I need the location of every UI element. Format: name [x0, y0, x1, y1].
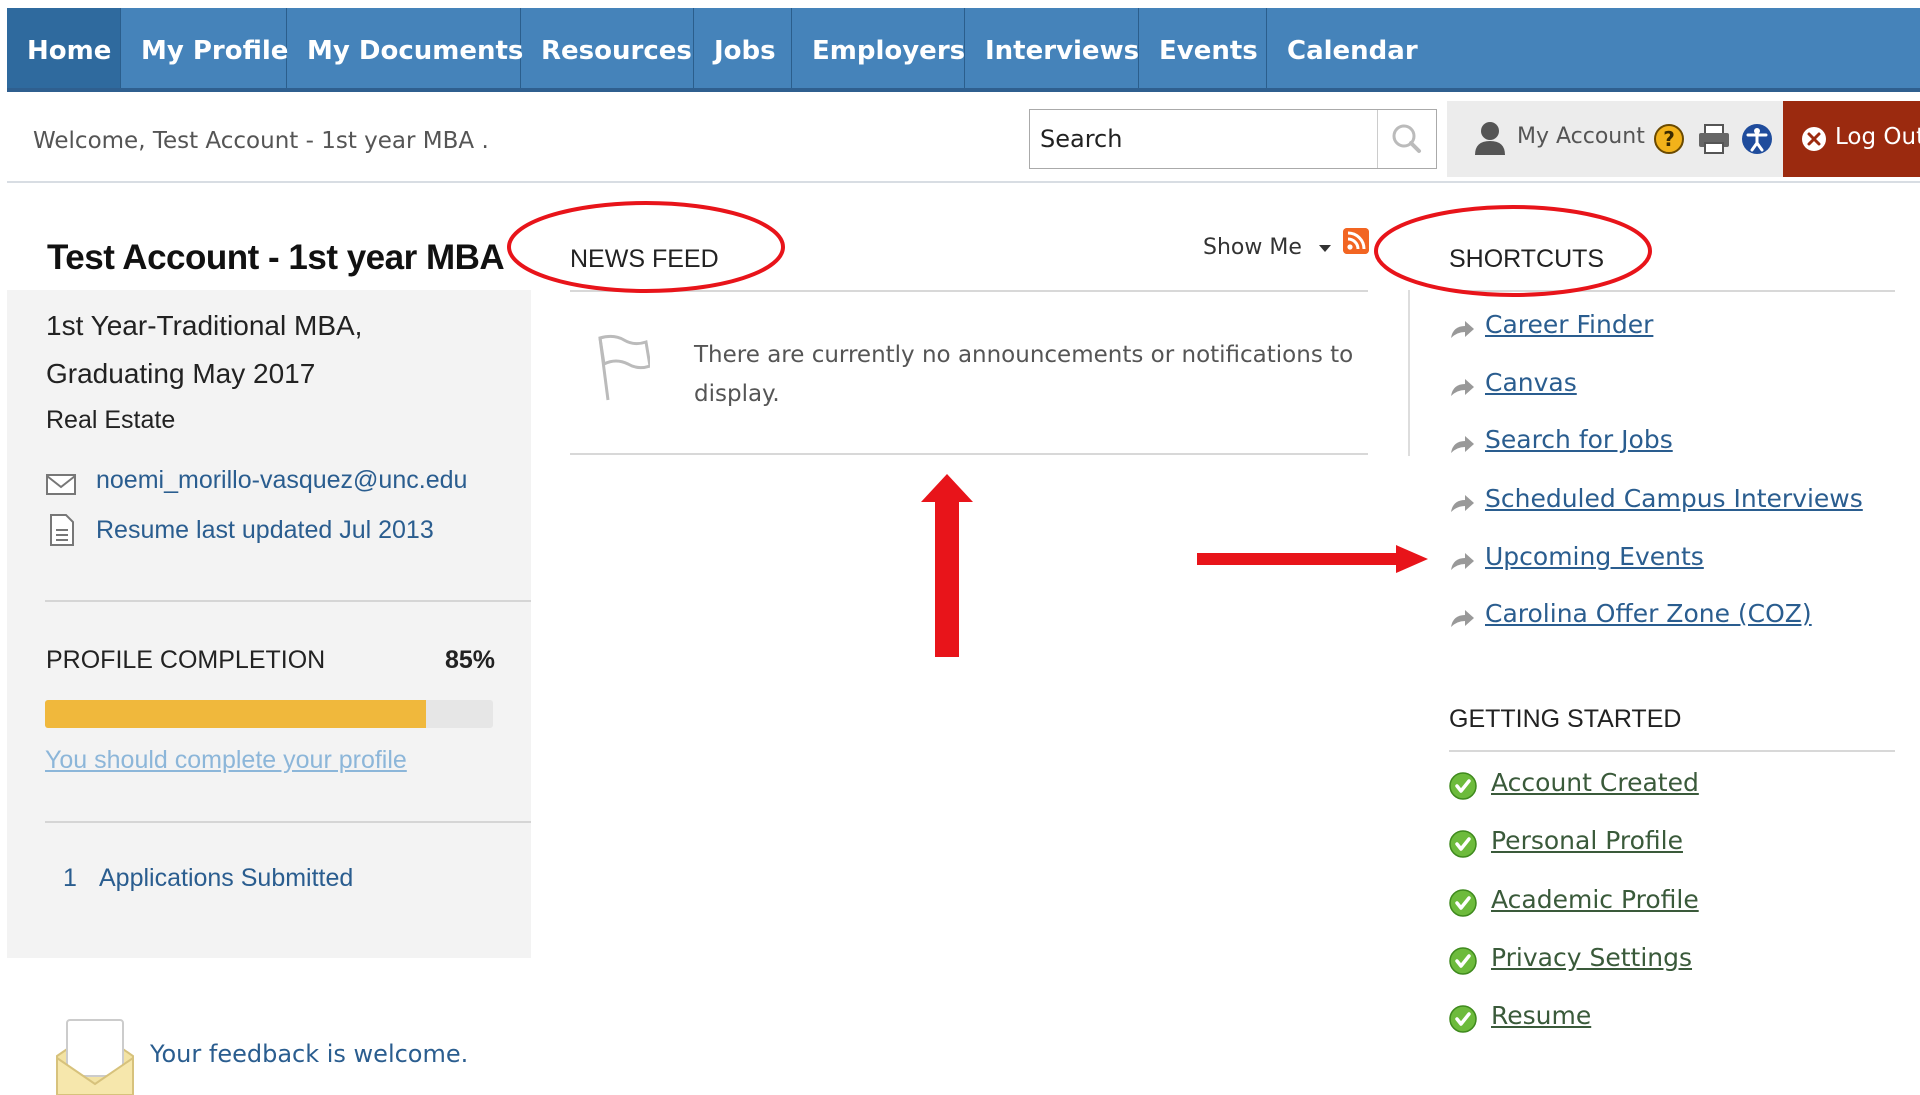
nav-calendar[interactable]: Calendar: [1267, 8, 1418, 88]
divider: [45, 600, 531, 602]
profile-panel: 1st Year-Traditional MBA, Graduating May…: [7, 290, 531, 958]
document-icon: [50, 514, 74, 546]
getting-started-title: GETTING STARTED: [1449, 705, 1682, 733]
nav-events[interactable]: Events: [1139, 8, 1267, 88]
profile-completion-label: PROFILE COMPLETION: [46, 646, 326, 674]
share-arrow-icon: [1451, 321, 1474, 338]
getting-started-rule: [1449, 750, 1895, 752]
news-feed-rule: [570, 290, 1368, 292]
profile-email-link[interactable]: noemi_morillo-vasquez@unc.edu: [96, 466, 467, 495]
rss-icon[interactable]: [1343, 228, 1369, 254]
nav-resources[interactable]: Resources: [521, 8, 694, 88]
applications-count: 1: [63, 864, 77, 892]
column-divider: [1408, 290, 1410, 456]
getting-started-personal-profile[interactable]: Personal Profile: [1491, 826, 1683, 855]
share-arrow-icon: [1451, 379, 1474, 396]
nav-jobs[interactable]: Jobs: [694, 8, 792, 88]
shortcuts-rule: [1449, 290, 1895, 292]
check-circle-icon: [1449, 772, 1477, 800]
profile-program: 1st Year-Traditional MBA,: [46, 310, 363, 341]
logout-button[interactable]: Log Out: [1783, 101, 1920, 177]
shortcut-canvas[interactable]: Canvas: [1485, 368, 1577, 397]
share-arrow-icon: [1451, 495, 1474, 512]
annotation-arrow-right: [1197, 545, 1428, 573]
applications-submitted-link[interactable]: Applications Submitted: [99, 864, 353, 893]
search-input[interactable]: [1030, 110, 1378, 168]
share-arrow-icon: [1451, 553, 1474, 570]
accessibility-icon[interactable]: [1741, 123, 1773, 155]
getting-started-resume[interactable]: Resume: [1491, 1001, 1591, 1030]
svg-text:?: ?: [1663, 127, 1675, 151]
share-arrow-icon: [1451, 436, 1474, 453]
my-account-link[interactable]: My Account: [1517, 124, 1645, 149]
complete-profile-link[interactable]: You should complete your profile: [45, 746, 407, 775]
nav-my-documents[interactable]: My Documents: [287, 8, 523, 88]
account-bar: My Account ?: [1447, 101, 1783, 177]
search-icon: [1392, 124, 1421, 153]
profile-completion-value: 85%: [445, 646, 496, 674]
share-arrow-icon: [1451, 610, 1474, 627]
resume-updated-link[interactable]: Resume last updated Jul 2013: [96, 516, 434, 545]
welcome-bar: Welcome, Test Account - 1st year MBA . M…: [7, 92, 1920, 183]
profile-concentration: Real Estate: [46, 406, 176, 434]
feedback-link[interactable]: Your feedback is welcome.: [150, 1040, 468, 1068]
check-circle-icon: [1449, 947, 1477, 975]
shortcut-upcoming-events[interactable]: Upcoming Events: [1485, 542, 1704, 571]
check-circle-icon: [1449, 889, 1477, 917]
profile-name: Test Account - 1st year MBA: [47, 238, 505, 277]
shortcuts-title: SHORTCUTS: [1449, 245, 1605, 273]
annotation-arrow-up: [921, 474, 973, 657]
nav-my-profile[interactable]: My Profile: [121, 8, 288, 88]
main-nav: Home My Profile My Documents Resources J…: [7, 8, 1920, 92]
check-circle-icon: [1449, 1005, 1477, 1033]
close-icon: [1802, 127, 1826, 151]
envelope-icon: [46, 474, 76, 495]
help-icon[interactable]: ?: [1653, 123, 1685, 155]
profile-graduation: Graduating May 2017: [46, 358, 316, 389]
getting-started-account-created[interactable]: Account Created: [1491, 768, 1699, 797]
shortcut-carolina-offer-zone[interactable]: Carolina Offer Zone (COZ): [1485, 599, 1812, 628]
print-icon[interactable]: [1697, 123, 1731, 155]
check-circle-icon: [1449, 830, 1477, 858]
mail-envelope-icon[interactable]: [55, 1018, 135, 1095]
welcome-text: Welcome, Test Account - 1st year MBA .: [33, 128, 489, 154]
divider: [45, 821, 531, 823]
shortcut-career-finder[interactable]: Career Finder: [1485, 310, 1653, 339]
search-box: [1029, 109, 1437, 169]
nav-home[interactable]: Home: [7, 8, 121, 88]
flag-icon: [598, 334, 650, 401]
news-feed-empty-message: There are currently no announcements or …: [694, 342, 1354, 407]
show-me-label: Show Me: [1203, 235, 1302, 260]
profile-completion-fill: [45, 700, 426, 728]
search-button[interactable]: [1378, 110, 1436, 168]
news-feed-title: NEWS FEED: [570, 245, 719, 273]
shortcut-search-for-jobs[interactable]: Search for Jobs: [1485, 425, 1673, 454]
getting-started-privacy-settings[interactable]: Privacy Settings: [1491, 943, 1692, 972]
nav-interviews[interactable]: Interviews: [965, 8, 1139, 88]
top-edge: [0, 0, 1920, 8]
show-me-dropdown[interactable]: Show Me: [1203, 235, 1333, 260]
shortcut-scheduled-campus-interviews[interactable]: Scheduled Campus Interviews: [1485, 484, 1863, 513]
profile-completion-bar: [45, 700, 493, 728]
chevron-down-icon: [1318, 245, 1331, 252]
nav-employers[interactable]: Employers: [792, 8, 965, 88]
news-feed-rule: [570, 453, 1368, 455]
user-icon[interactable]: [1473, 121, 1507, 157]
getting-started-academic-profile[interactable]: Academic Profile: [1491, 885, 1699, 914]
logout-label: Log Out: [1835, 124, 1920, 150]
